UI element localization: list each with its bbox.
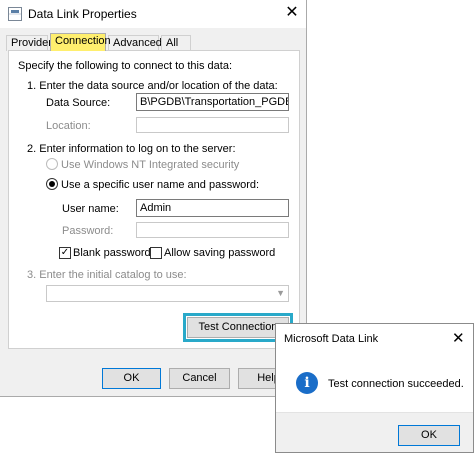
nt-security-label: Use Windows NT Integrated security: [61, 159, 240, 171]
window-title: Data Link Properties: [28, 7, 137, 21]
step1-heading: 1. Enter the data source and/or location…: [27, 80, 278, 92]
specific-user-label: Use a specific user name and password:: [61, 179, 260, 191]
message-text: Test connection succeeded.: [328, 378, 464, 390]
message-box-footer: OK: [276, 412, 473, 452]
location-input[interactable]: [136, 117, 289, 133]
step2-heading: 2. Enter information to log on to the se…: [27, 143, 236, 155]
username-label: User name:: [62, 203, 119, 215]
tab-provider[interactable]: Provider: [6, 35, 52, 51]
close-icon[interactable]: ✕: [452, 329, 465, 347]
password-label: Password:: [62, 225, 114, 237]
step3-heading: 3. Enter the initial catalog to use:: [27, 269, 187, 281]
allow-saving-checkbox[interactable]: [150, 247, 162, 259]
tab-all[interactable]: All: [161, 35, 191, 51]
blank-password-checkbox[interactable]: ✓: [59, 247, 71, 259]
blank-password-label: Blank password: [73, 247, 151, 259]
data-link-properties-dialog: Data Link Properties ✕ Provider Connecti…: [0, 0, 307, 397]
title-bar: Data Link Properties ✕: [0, 0, 306, 28]
close-icon[interactable]: ✕: [281, 3, 303, 23]
nt-security-radio[interactable]: [46, 158, 58, 170]
info-icon: i: [296, 372, 318, 394]
test-connection-button[interactable]: Test Connection: [183, 313, 293, 342]
chevron-down-icon: ▼: [276, 288, 285, 298]
data-source-label: Data Source:: [46, 97, 111, 109]
tab-connection[interactable]: Connection: [50, 33, 111, 51]
radio-selected-dot: [49, 181, 55, 187]
password-input[interactable]: [136, 222, 289, 238]
tab-advanced[interactable]: Advanced: [108, 35, 162, 51]
message-box-title: Microsoft Data Link: [284, 333, 379, 345]
location-label: Location:: [46, 120, 91, 132]
ok-button[interactable]: OK: [102, 368, 161, 389]
specific-user-radio[interactable]: [46, 178, 58, 190]
username-input[interactable]: Admin: [136, 199, 289, 217]
intro-text: Specify the following to connect to this…: [18, 60, 233, 72]
initial-catalog-combo[interactable]: ▼: [46, 285, 289, 302]
data-source-input[interactable]: B\PGDB\Transportation_PGDB.mdb: [136, 93, 289, 111]
cancel-button[interactable]: Cancel: [169, 368, 230, 389]
microsoft-data-link-message-box: Microsoft Data Link ✕ i Test connection …: [275, 323, 474, 453]
message-ok-button[interactable]: OK: [398, 425, 460, 446]
allow-saving-label: Allow saving password: [164, 247, 276, 259]
data-link-app-icon: [8, 7, 22, 21]
